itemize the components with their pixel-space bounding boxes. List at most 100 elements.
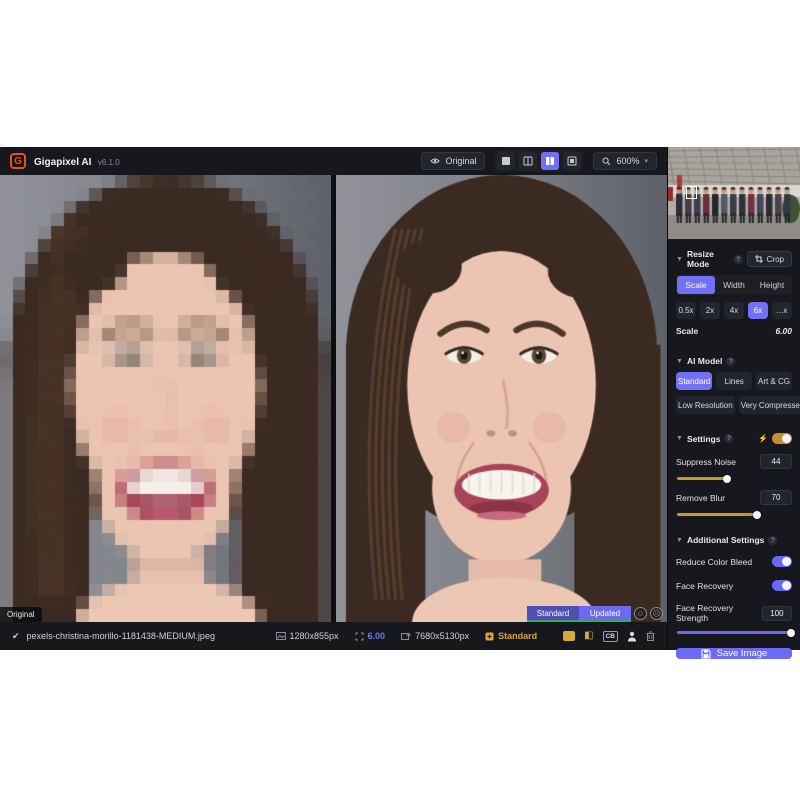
auto-settings-control: ⚡ — [758, 433, 792, 444]
additional-settings-title: Additional Settings — [687, 535, 764, 545]
preset-6x[interactable]: 6x — [748, 302, 768, 319]
suppress-noise-value[interactable]: 44 — [760, 454, 792, 469]
input-size-pair: 1280x855px — [276, 631, 339, 641]
remove-blur-label: Remove Blur — [676, 493, 725, 503]
viewport-indicator[interactable] — [686, 186, 697, 199]
chevron-down-icon: ▾ — [644, 157, 648, 165]
ai-sparkle-icon — [485, 632, 494, 641]
scale-value-row: Scale 6.00 — [676, 326, 792, 336]
checkmark-icon: ✔ — [12, 631, 20, 642]
image-viewer: Original Standard Updated ☺ ☹ — [0, 175, 667, 622]
preset-custom[interactable]: ...x — [772, 302, 792, 319]
model-low-resolution-button[interactable]: Low Resolution — [676, 396, 735, 414]
help-icon[interactable]: ? — [768, 536, 777, 545]
file-entry[interactable]: ✔ pexels-christina-morillo-1181438-MEDIU… — [12, 631, 215, 642]
statusbar-actions: ◧ CB — [563, 631, 655, 642]
save-image-label: Save Image — [717, 648, 768, 659]
compare-updated-button[interactable]: Updated — [579, 606, 631, 620]
scale-label: Scale — [676, 326, 698, 336]
trash-icon[interactable] — [646, 631, 655, 641]
single-view-button[interactable] — [497, 152, 515, 170]
side-by-side-view-button[interactable] — [541, 152, 559, 170]
split-view-button[interactable] — [519, 152, 537, 170]
help-icon[interactable]: ? — [726, 357, 735, 366]
settings-header: ▼ Settings ? ⚡ — [676, 433, 792, 444]
model-pair: Standard — [485, 631, 537, 641]
gigapixel-logo-icon: G — [10, 153, 26, 169]
sad-face-icon[interactable]: ☹ — [650, 607, 663, 620]
page: G Gigapixel AI v6.1.0 Original — [0, 0, 800, 800]
settings-sidebar: ▼ Resize Mode ? Crop Scale Width Height — [667, 147, 800, 650]
reduce-color-bleed-toggle[interactable] — [772, 556, 792, 567]
suppress-noise-label: Suppress Noise — [676, 457, 736, 467]
magnifier-icon — [602, 157, 611, 166]
scale-pair: 6.00 — [355, 631, 386, 641]
happy-face-icon[interactable]: ☺ — [634, 607, 647, 620]
preset-4x[interactable]: 4x — [724, 302, 744, 319]
chevron-down-icon[interactable]: ▼ — [676, 256, 683, 263]
model-lines-button[interactable]: Lines — [716, 372, 752, 390]
model-very-compressed-button[interactable]: Very Compressed — [739, 396, 800, 414]
scale-presets: 0.5x 2x 4x 6x ...x — [676, 302, 792, 319]
compare-standard-button[interactable]: Standard — [527, 606, 579, 620]
app-title: Gigapixel AI v6.1.0 — [34, 152, 120, 170]
quad-view-button[interactable] — [563, 152, 581, 170]
reduce-color-bleed-row: Reduce Color Bleed — [676, 556, 792, 567]
scale-amount[interactable]: 6.00 — [775, 326, 792, 336]
chevron-down-icon[interactable]: ▼ — [676, 435, 683, 442]
show-original-button[interactable]: Original — [421, 152, 485, 170]
original-image-panel[interactable]: Original — [0, 175, 331, 622]
face-recovery-label: Face Recovery — [676, 581, 733, 591]
resize-mode-title: Resize Mode — [687, 249, 730, 269]
account-icon[interactable] — [627, 631, 637, 642]
suppress-noise-row: Suppress Noise 44 — [676, 454, 792, 469]
save-image-button[interactable]: Save Image — [676, 648, 792, 659]
status-bar: ✔ pexels-christina-morillo-1181438-MEDIU… — [0, 622, 667, 650]
enhanced-image-panel[interactable]: Standard Updated ☺ ☹ — [336, 175, 667, 622]
filename: pexels-christina-morillo-1181438-MEDIUM.… — [27, 631, 215, 641]
model-art-cg-button[interactable]: Art & CG — [756, 372, 792, 390]
remove-blur-value[interactable]: 70 — [760, 490, 792, 505]
output-size-pair: 7680x5130px — [401, 631, 469, 641]
tab-height[interactable]: Height — [753, 276, 791, 294]
tab-scale[interactable]: Scale — [677, 276, 715, 294]
ai-model-row-2: Low Resolution Very Compressed — [676, 396, 792, 414]
view-mode-group — [495, 150, 583, 172]
settings-panels: ▼ Resize Mode ? Crop Scale Width Height — [668, 239, 800, 650]
status-model: Standard — [498, 631, 537, 641]
crop-button[interactable]: Crop — [747, 251, 792, 267]
preset-2x[interactable]: 2x — [700, 302, 720, 319]
remove-blur-row: Remove Blur 70 — [676, 490, 792, 505]
input-size: 1280x855px — [290, 631, 339, 641]
preset-0-5x[interactable]: 0.5x — [676, 302, 696, 319]
tab-width[interactable]: Width — [715, 276, 753, 294]
ai-model-title: AI Model — [687, 356, 722, 366]
queue-icon[interactable] — [563, 631, 575, 641]
lightning-bolt-icon: ⚡ — [758, 434, 768, 443]
face-recovery-row: Face Recovery — [676, 580, 792, 591]
enhanced-image-canvas — [336, 175, 667, 622]
chevron-down-icon[interactable]: ▼ — [676, 358, 683, 365]
crop-label: Crop — [767, 255, 784, 264]
help-icon[interactable]: ? — [734, 255, 743, 264]
face-recovery-strength-label: Face Recovery Strength — [676, 603, 762, 623]
ai-model-header: ▼ AI Model ? — [676, 356, 792, 366]
chevron-down-icon[interactable]: ▼ — [676, 537, 683, 544]
color-badge[interactable]: CB — [603, 631, 618, 642]
auto-settings-toggle[interactable] — [772, 433, 792, 444]
export-icon — [401, 632, 411, 640]
app-version: v6.1.0 — [98, 158, 120, 167]
model-standard-button[interactable]: Standard — [676, 372, 712, 390]
settings-title: Settings — [687, 434, 721, 444]
face-recovery-strength-value[interactable]: 100 — [762, 606, 792, 621]
help-icon[interactable]: ? — [724, 434, 733, 443]
additional-settings-header: ▼ Additional Settings ? — [676, 535, 792, 545]
zoom-control[interactable]: 600% ▾ — [593, 152, 657, 170]
face-recovery-toggle[interactable] — [772, 580, 792, 591]
navigation-thumbnail[interactable] — [668, 147, 800, 239]
contrast-split-icon[interactable]: ◧ — [584, 631, 593, 641]
show-original-label: Original — [445, 156, 476, 166]
eye-icon — [430, 157, 440, 165]
crop-icon — [755, 255, 763, 263]
reduce-color-bleed-label: Reduce Color Bleed — [676, 557, 752, 567]
